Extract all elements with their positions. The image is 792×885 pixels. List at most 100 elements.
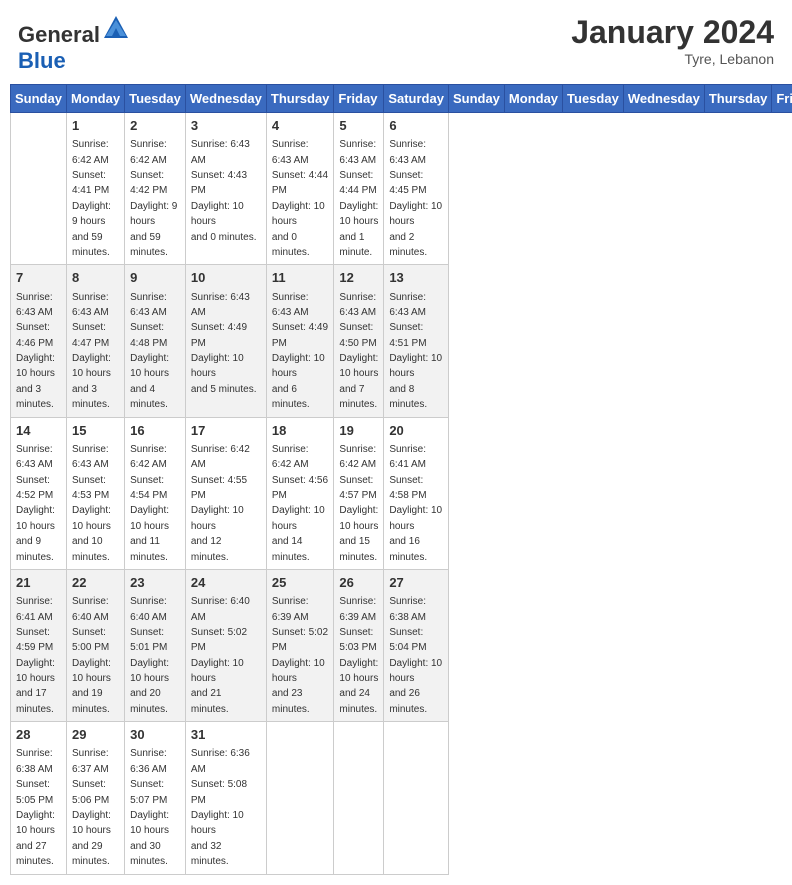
- day-number: 20: [389, 422, 443, 440]
- calendar-cell: 2Sunrise: 6:42 AM Sunset: 4:42 PM Daylig…: [125, 113, 186, 265]
- calendar-cell: 11 Sunrise: 6:43 AM Sunset: 4:49 PM Dayli…: [266, 265, 334, 417]
- calendar-cell: 24 Sunrise: 6:40 AM Sunset: 5:02 PM Dayli…: [185, 569, 266, 721]
- day-number: 29: [72, 726, 119, 744]
- day-info: Sunrise: 6:42 AM Sunset: 4:42 PM Dayligh…: [130, 139, 177, 258]
- calendar-table: SundayMondayTuesdayWednesdayThursdayFrid…: [10, 84, 792, 875]
- day-number: 30: [130, 726, 180, 744]
- calendar-cell: 13Sunrise: 6:43 AM Sunset: 4:51 PM Dayli…: [384, 265, 449, 417]
- day-info: Sunrise: 6:43 AM Sunset: 4:53 PM Dayligh…: [72, 444, 111, 563]
- day-info: Sunrise: 6:43 AM Sunset: 4:44 PM Dayligh…: [272, 139, 328, 258]
- day-info: Sunrise: 6:43 AM Sunset: 4:45 PM Dayligh…: [389, 139, 442, 258]
- title-block: January 2024 Tyre, Lebanon: [571, 14, 774, 67]
- day-info: Sunrise: 6:42 AM Sunset: 4:41 PM Dayligh…: [72, 139, 111, 258]
- calendar-header-monday: Monday: [66, 85, 124, 113]
- day-number: 8: [72, 269, 119, 287]
- calendar-cell: [334, 722, 384, 874]
- day-number: 26: [339, 574, 378, 592]
- calendar-cell: 19 Sunrise: 6:42 AM Sunset: 4:57 PM Dayli…: [334, 417, 384, 569]
- calendar-header-tuesday: Tuesday: [563, 85, 624, 113]
- day-info: Sunrise: 6:36 AM Sunset: 5:08 PM Dayligh…: [191, 748, 250, 867]
- month-year-title: January 2024: [571, 14, 774, 51]
- calendar-cell: 30 Sunrise: 6:36 AM Sunset: 5:07 PM Dayli…: [125, 722, 186, 874]
- day-number: 21: [16, 574, 61, 592]
- logo-general-text: General: [18, 22, 100, 47]
- day-number: 4: [272, 117, 329, 135]
- calendar-cell: 3Sunrise: 6:43 AM Sunset: 4:43 PM Daylig…: [185, 113, 266, 265]
- day-number: 17: [191, 422, 261, 440]
- day-number: 19: [339, 422, 378, 440]
- day-number: 31: [191, 726, 261, 744]
- calendar-cell: 15 Sunrise: 6:43 AM Sunset: 4:53 PM Dayli…: [66, 417, 124, 569]
- day-info: Sunrise: 6:43 AM Sunset: 4:47 PM Dayligh…: [72, 292, 111, 411]
- calendar-week-row: 28 Sunrise: 6:38 AM Sunset: 5:05 PM Dayli…: [11, 722, 792, 874]
- calendar-cell: 20Sunrise: 6:41 AM Sunset: 4:58 PM Dayli…: [384, 417, 449, 569]
- calendar-header-thursday: Thursday: [266, 85, 334, 113]
- day-number: 1: [72, 117, 119, 135]
- logo-blue-text: Blue: [18, 48, 66, 73]
- calendar-header-tuesday: Tuesday: [125, 85, 186, 113]
- day-info: Sunrise: 6:42 AM Sunset: 4:54 PM Dayligh…: [130, 444, 169, 563]
- calendar-cell: 6 Sunrise: 6:43 AM Sunset: 4:45 PM Daylig…: [384, 113, 449, 265]
- calendar-cell: 28 Sunrise: 6:38 AM Sunset: 5:05 PM Dayli…: [11, 722, 67, 874]
- day-info: Sunrise: 6:43 AM Sunset: 4:43 PM Dayligh…: [191, 139, 257, 242]
- calendar-cell: 27Sunrise: 6:38 AM Sunset: 5:04 PM Dayli…: [384, 569, 449, 721]
- logo-icon: [102, 14, 130, 42]
- day-info: Sunrise: 6:36 AM Sunset: 5:07 PM Dayligh…: [130, 748, 169, 867]
- calendar-cell: 22Sunrise: 6:40 AM Sunset: 5:00 PM Dayli…: [66, 569, 124, 721]
- calendar-cell: 18Sunrise: 6:42 AM Sunset: 4:56 PM Dayli…: [266, 417, 334, 569]
- page-header: General Blue January 2024 Tyre, Lebanon: [10, 10, 782, 78]
- calendar-header-saturday: Saturday: [384, 85, 449, 113]
- day-info: Sunrise: 6:43 AM Sunset: 4:44 PM Dayligh…: [339, 139, 378, 258]
- calendar-header-wednesday: Wednesday: [623, 85, 704, 113]
- calendar-week-row: 14Sunrise: 6:43 AM Sunset: 4:52 PM Dayli…: [11, 417, 792, 569]
- calendar-cell: 26 Sunrise: 6:39 AM Sunset: 5:03 PM Dayli…: [334, 569, 384, 721]
- calendar-cell: 14Sunrise: 6:43 AM Sunset: 4:52 PM Dayli…: [11, 417, 67, 569]
- calendar-header-sunday: Sunday: [11, 85, 67, 113]
- day-number: 11: [272, 269, 329, 287]
- day-info: Sunrise: 6:42 AM Sunset: 4:56 PM Dayligh…: [272, 444, 328, 563]
- day-number: 22: [72, 574, 119, 592]
- calendar-cell: 4 Sunrise: 6:43 AM Sunset: 4:44 PM Daylig…: [266, 113, 334, 265]
- day-info: Sunrise: 6:43 AM Sunset: 4:49 PM Dayligh…: [272, 292, 328, 411]
- day-info: Sunrise: 6:40 AM Sunset: 5:02 PM Dayligh…: [191, 596, 250, 715]
- day-number: 5: [339, 117, 378, 135]
- day-number: 24: [191, 574, 261, 592]
- calendar-cell: 17 Sunrise: 6:42 AM Sunset: 4:55 PM Dayli…: [185, 417, 266, 569]
- calendar-week-row: 1 Sunrise: 6:42 AM Sunset: 4:41 PM Daylig…: [11, 113, 792, 265]
- day-number: 6: [389, 117, 443, 135]
- day-number: 15: [72, 422, 119, 440]
- day-number: 28: [16, 726, 61, 744]
- day-info: Sunrise: 6:39 AM Sunset: 5:03 PM Dayligh…: [339, 596, 378, 715]
- calendar-cell: 29 Sunrise: 6:37 AM Sunset: 5:06 PM Dayli…: [66, 722, 124, 874]
- calendar-header-friday: Friday: [334, 85, 384, 113]
- day-number: 25: [272, 574, 329, 592]
- day-info: Sunrise: 6:43 AM Sunset: 4:48 PM Dayligh…: [130, 292, 169, 411]
- calendar-cell: [266, 722, 334, 874]
- day-number: 7: [16, 269, 61, 287]
- day-info: Sunrise: 6:38 AM Sunset: 5:05 PM Dayligh…: [16, 748, 55, 867]
- day-info: Sunrise: 6:43 AM Sunset: 4:46 PM Dayligh…: [16, 292, 55, 411]
- day-number: 12: [339, 269, 378, 287]
- day-info: Sunrise: 6:41 AM Sunset: 4:59 PM Dayligh…: [16, 596, 55, 715]
- day-number: 9: [130, 269, 180, 287]
- calendar-header-wednesday: Wednesday: [185, 85, 266, 113]
- day-number: 16: [130, 422, 180, 440]
- day-number: 10: [191, 269, 261, 287]
- calendar-cell: 23Sunrise: 6:40 AM Sunset: 5:01 PM Dayli…: [125, 569, 186, 721]
- calendar-cell: 25Sunrise: 6:39 AM Sunset: 5:02 PM Dayli…: [266, 569, 334, 721]
- calendar-cell: 9 Sunrise: 6:43 AM Sunset: 4:48 PM Daylig…: [125, 265, 186, 417]
- calendar-cell: 16 Sunrise: 6:42 AM Sunset: 4:54 PM Dayli…: [125, 417, 186, 569]
- day-info: Sunrise: 6:43 AM Sunset: 4:51 PM Dayligh…: [389, 292, 442, 411]
- day-info: Sunrise: 6:42 AM Sunset: 4:57 PM Dayligh…: [339, 444, 378, 563]
- calendar-cell: 5 Sunrise: 6:43 AM Sunset: 4:44 PM Daylig…: [334, 113, 384, 265]
- day-info: Sunrise: 6:37 AM Sunset: 5:06 PM Dayligh…: [72, 748, 111, 867]
- calendar-cell: 31 Sunrise: 6:36 AM Sunset: 5:08 PM Dayli…: [185, 722, 266, 874]
- day-info: Sunrise: 6:42 AM Sunset: 4:55 PM Dayligh…: [191, 444, 250, 563]
- calendar-cell: 8 Sunrise: 6:43 AM Sunset: 4:47 PM Daylig…: [66, 265, 124, 417]
- calendar-header-sunday: Sunday: [448, 85, 504, 113]
- logo: General Blue: [18, 14, 130, 74]
- calendar-cell: [11, 113, 67, 265]
- location-subtitle: Tyre, Lebanon: [571, 51, 774, 67]
- day-info: Sunrise: 6:38 AM Sunset: 5:04 PM Dayligh…: [389, 596, 442, 715]
- calendar-cell: 7 Sunrise: 6:43 AM Sunset: 4:46 PM Daylig…: [11, 265, 67, 417]
